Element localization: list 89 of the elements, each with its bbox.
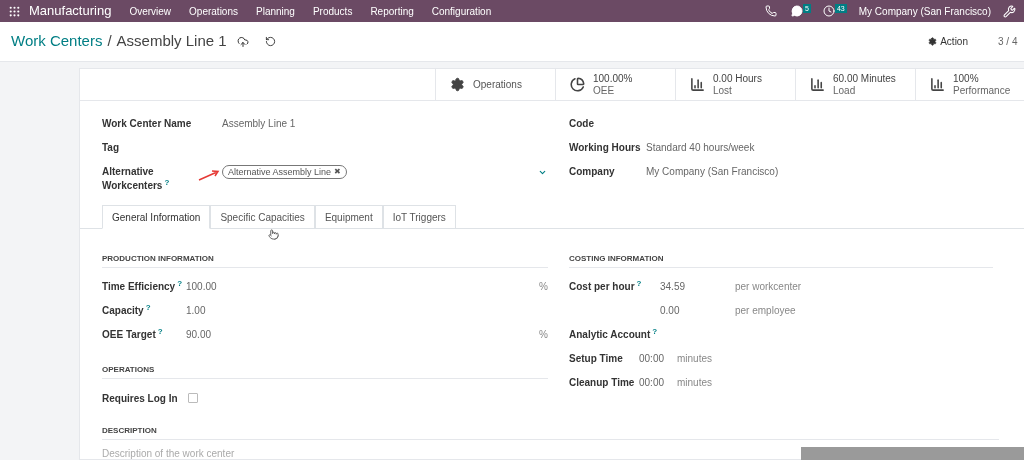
menu-item[interactable]: Products (312, 3, 353, 19)
menu-item[interactable]: Operations (189, 3, 238, 19)
stat-label: Lost (713, 84, 733, 97)
field-value[interactable]: 34.59 (660, 280, 735, 294)
debug-tools-icon[interactable] (1003, 4, 1016, 18)
stat-value: 0.00 Hours (713, 72, 762, 85)
field-label: Analytic Account $^{?}$ (569, 328, 658, 342)
stat-button[interactable]: 60.00 Minutes Load (795, 69, 915, 100)
help-mark[interactable]: ? (157, 327, 163, 336)
stat-value: Operations (473, 78, 522, 91)
help-mark[interactable]: ? (177, 279, 183, 288)
form-tab[interactable]: Equipment (314, 205, 383, 229)
section-heading: PRODUCTION INFORMATION (102, 253, 548, 268)
discard-icon[interactable] (264, 36, 276, 47)
stat-label: Load (833, 84, 857, 97)
bar-chart-icon (930, 77, 945, 92)
unit-label: minutes (677, 376, 712, 390)
field-value[interactable]: 100.00 (186, 280, 540, 294)
field-label: Capacity $^{?}$ (102, 304, 152, 318)
menu-item[interactable]: Reporting (370, 3, 414, 19)
chat-icon[interactable] (791, 5, 804, 17)
bar-chart-icon (690, 77, 705, 92)
unit-label: per employee (735, 304, 796, 318)
field-label: OEE Target $^{?}$ (102, 328, 164, 342)
field-label: Cost per hour $^{?}$ (569, 281, 642, 292)
pointer-arrow (198, 169, 220, 181)
field-label: Cleanup Time (569, 376, 636, 390)
field-label: Setup Time (569, 352, 624, 366)
stat-button[interactable]: Operations (435, 69, 555, 100)
field-label: Company (569, 165, 616, 179)
app-name[interactable]: Manufacturing (29, 1, 112, 21)
section-heading: COSTING INFORMATION (569, 253, 993, 268)
menu-item[interactable]: Configuration (431, 3, 492, 19)
field-label: Alternative Workcenters $^{?}$ (102, 165, 171, 193)
field-label: Work Center Name (102, 117, 193, 131)
field-value[interactable]: Assembly Line 1 (222, 117, 296, 131)
menu-item[interactable]: Planning (256, 3, 295, 19)
form-tab[interactable]: Specific Capacities (210, 205, 315, 229)
unit-label: minutes (677, 352, 712, 366)
unit-label: % (539, 280, 548, 294)
stat-value: 60.00 Minutes (833, 72, 896, 85)
stat-value: 100.00% (593, 72, 633, 85)
help-mark[interactable]: ? (652, 327, 658, 336)
menu-item[interactable]: Overview (129, 3, 172, 19)
app-menu-icon[interactable] (8, 4, 21, 18)
remove-tag-button[interactable]: ✖ (334, 166, 342, 178)
section-heading: DESCRIPTION (102, 425, 999, 440)
stat-label: OEE (593, 84, 616, 97)
field-value[interactable]: 90.00 (186, 328, 540, 342)
field-label: Time Efficiency $^{?}$ (102, 280, 184, 294)
help-mark[interactable]: ? (145, 303, 151, 312)
gear-icon (450, 77, 465, 92)
gear-icon (928, 37, 938, 46)
field-value[interactable]: 0.00 (660, 304, 735, 318)
stat-value: 100% (953, 72, 980, 85)
hand-cursor-icon (268, 229, 279, 240)
section-heading: OPERATIONS (102, 364, 548, 379)
breadcrumb-link[interactable]: Work Centers (11, 30, 103, 53)
stat-button[interactable]: 100% Performance (915, 69, 1024, 100)
save-icon[interactable] (236, 35, 249, 48)
field-value[interactable]: Standard 40 hours/week (646, 141, 755, 155)
field-label: Tag (102, 141, 121, 155)
action-button[interactable]: Action (928, 34, 968, 49)
unit-label: % (539, 328, 548, 342)
field-label: Requires Log In (102, 391, 178, 406)
field-value[interactable]: 00:00 (639, 352, 677, 366)
form-tab[interactable]: General Information (102, 205, 211, 229)
field-value[interactable]: 1.00 (186, 304, 548, 318)
pie-chart-icon (570, 77, 585, 92)
company-switcher[interactable]: My Company (San Francisco) (858, 3, 991, 19)
help-mark[interactable]: ? (164, 178, 170, 187)
help-mark[interactable]: ? (636, 279, 642, 288)
clock-icon[interactable] (822, 5, 835, 17)
dropdown-caret-icon[interactable] (538, 168, 547, 177)
stat-label: Performance (953, 84, 1011, 97)
pager[interactable]: 3 / 4 (998, 34, 1021, 49)
phone-icon[interactable] (765, 5, 778, 17)
field-value[interactable]: My Company (San Francisco) (646, 165, 779, 179)
checkbox[interactable] (187, 393, 198, 403)
field-value[interactable]: 00:00 (639, 376, 677, 390)
form-tab[interactable]: IoT Triggers (382, 205, 456, 229)
breadcrumb-current: Assembly Line 1 (116, 31, 227, 52)
breadcrumb-separator: / (107, 31, 112, 52)
bar-chart-icon (810, 77, 825, 92)
stat-button[interactable]: 100.00% OEE (555, 69, 675, 100)
field-label: Working Hours (569, 141, 642, 155)
unit-label: per workcenter (735, 280, 802, 294)
field-label: Code (569, 117, 595, 131)
stat-button[interactable]: 0.00 Hours Lost (675, 69, 795, 100)
